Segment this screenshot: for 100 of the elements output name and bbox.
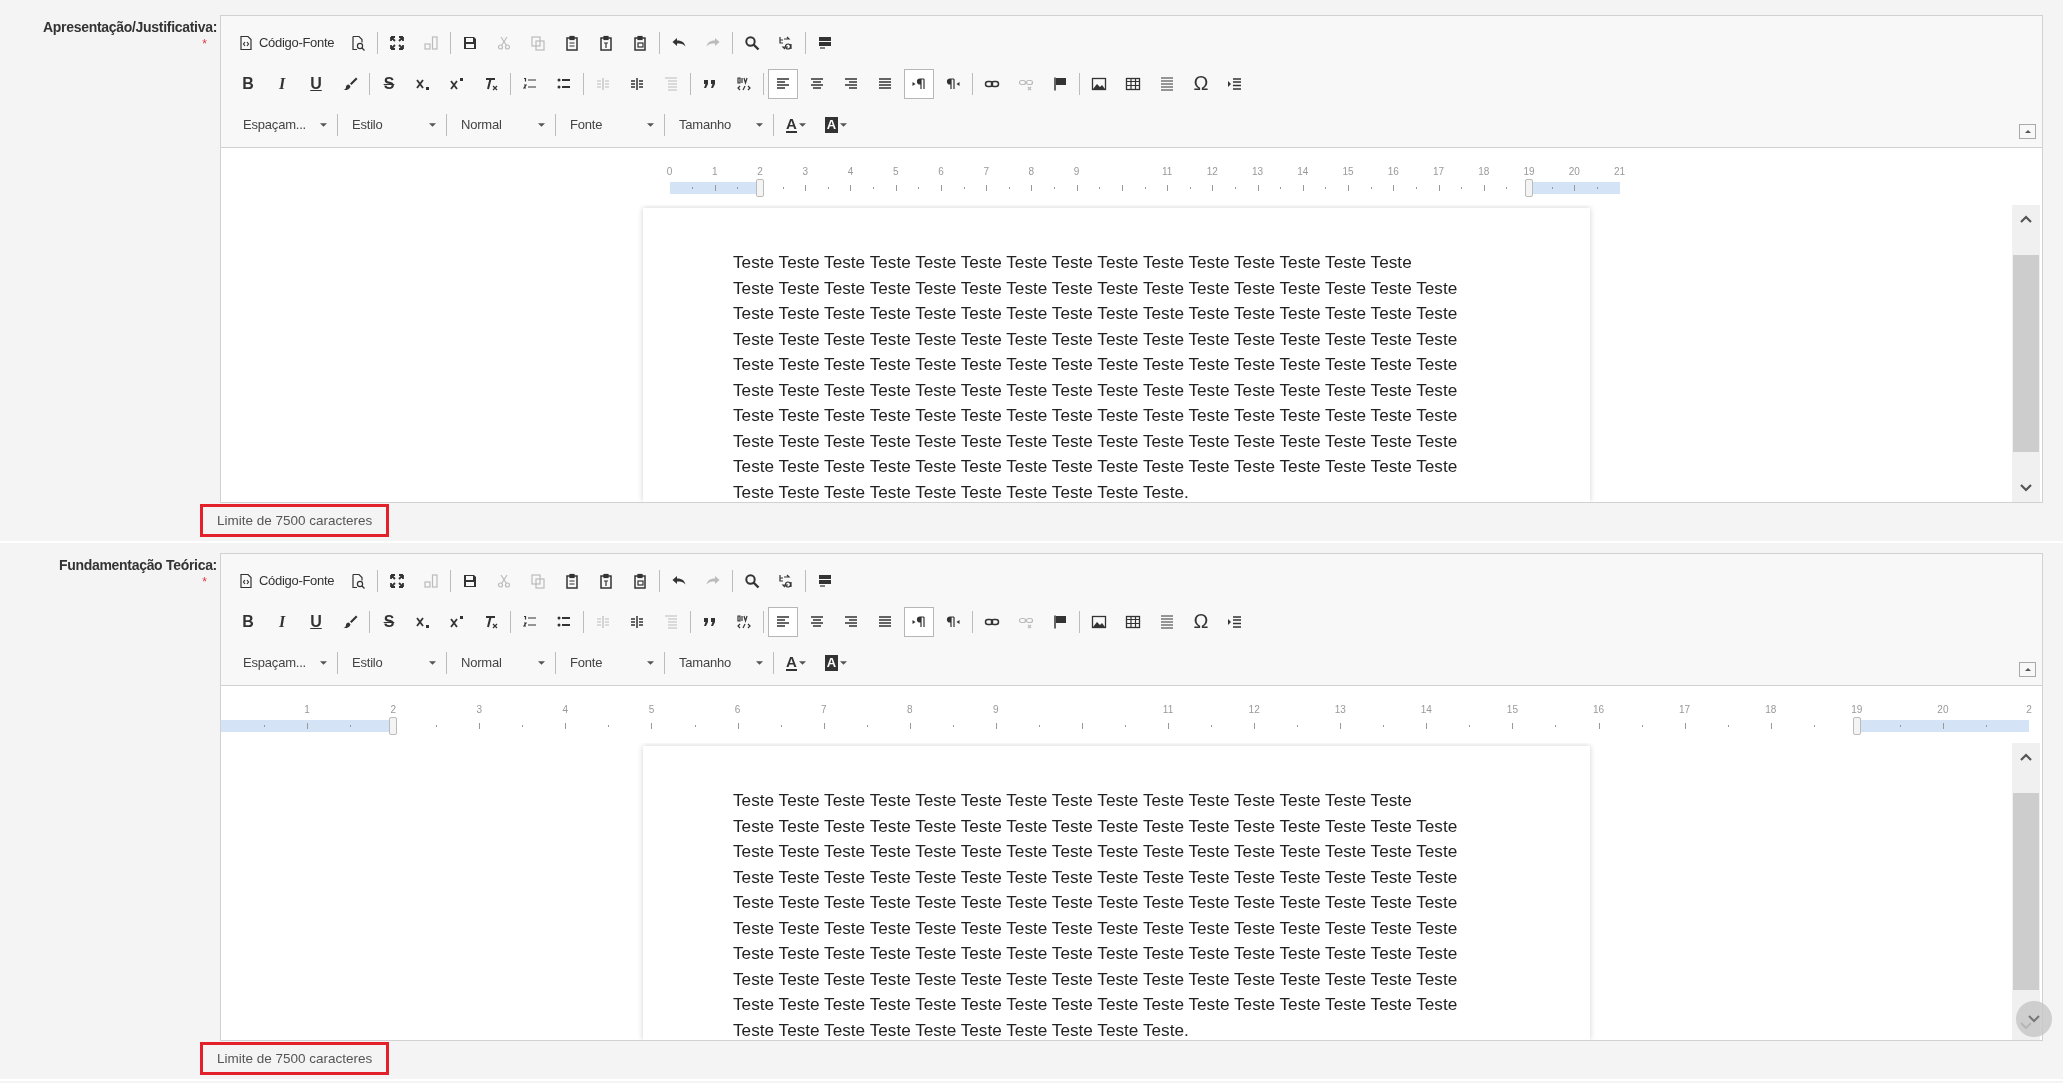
div-code-icon — [736, 75, 752, 92]
special-character-button[interactable]: Ω — [1186, 606, 1216, 637]
pilcrow-arrow-icon — [945, 75, 961, 92]
replace-arrows-icon — [778, 34, 795, 51]
scissors-icon — [496, 572, 513, 589]
size-dropdown[interactable]: Tamanho — [669, 649, 769, 676]
triangle-icon — [2024, 668, 2031, 671]
chevron-up-icon[interactable] — [2020, 215, 2032, 223]
source-code-button[interactable]: Código-Fonte — [233, 565, 340, 596]
caret-icon — [320, 122, 327, 127]
spacing-dropdown[interactable]: Espaçam... — [233, 111, 333, 138]
ruler-number: 6 — [938, 166, 944, 177]
required-mark: * — [202, 37, 207, 51]
style-dropdown[interactable]: Estilo — [342, 111, 442, 138]
clipboard-icon — [564, 572, 581, 589]
caret-icon — [840, 660, 848, 665]
ruler-number: 17 — [1433, 166, 1445, 177]
collapse-toolbar-button[interactable] — [2019, 124, 2036, 139]
left-to-right-button[interactable] — [904, 606, 934, 637]
format-dropdown[interactable]: Normal — [451, 111, 551, 138]
text-lines-icon — [663, 75, 679, 92]
paintbrush-icon — [342, 613, 358, 630]
font-dropdown[interactable]: Fonte — [560, 649, 660, 676]
margin-handle[interactable] — [1525, 179, 1533, 197]
image-icon — [1091, 75, 1107, 92]
ruler-number: 15 — [1342, 166, 1354, 177]
horizontal-lines-icon — [1159, 75, 1175, 92]
caret-icon — [320, 660, 327, 665]
strikethrough-button[interactable]: S — [374, 68, 404, 99]
numbered-list-icon — [522, 613, 538, 630]
background-color-button[interactable]: A — [818, 647, 854, 678]
rich-text-editor[interactable] — [220, 15, 2043, 503]
scrollbar-thumb[interactable] — [2013, 793, 2039, 990]
spacing-dropdown[interactable]: Espaçam... — [233, 649, 333, 676]
background-color-button[interactable]: A — [818, 109, 854, 140]
clipboard-icon — [598, 34, 615, 51]
ruler-number: 21 — [1613, 166, 1626, 177]
style-dropdown[interactable]: Estilo — [342, 649, 442, 676]
scrollbar[interactable] — [2012, 205, 2040, 502]
ruler-number: 14 — [1420, 704, 1432, 715]
page-break-icon — [1227, 75, 1243, 92]
pilcrow-arrow-icon — [911, 75, 927, 92]
align-center-icon — [809, 613, 825, 630]
ruler-number: 15 — [1506, 704, 1518, 715]
ruler-number: 3 — [476, 704, 483, 715]
font-dropdown[interactable]: Fonte — [560, 111, 660, 138]
text-color-button[interactable]: A — [778, 647, 814, 678]
ruler-number: 9 — [993, 704, 999, 715]
ruler-number: 2 — [390, 704, 396, 715]
chevron-up-icon[interactable] — [2020, 753, 2032, 761]
italic-button[interactable]: I — [267, 606, 297, 637]
ruler-number: 5 — [892, 166, 899, 177]
horizontal-lines-icon — [1159, 613, 1175, 630]
caret-icon — [647, 660, 654, 665]
size-dropdown[interactable]: Tamanho — [669, 111, 769, 138]
align-right-icon — [843, 613, 859, 630]
required-mark: * — [202, 575, 207, 589]
div-code-icon — [736, 613, 752, 630]
special-character-button[interactable]: Ω — [1186, 68, 1216, 99]
underline-button[interactable]: U — [301, 606, 331, 637]
ruler-number: 0 — [666, 166, 673, 177]
numbered-list-icon — [522, 75, 538, 92]
scrollbar[interactable] — [2012, 743, 2040, 1040]
image-icon — [1091, 613, 1107, 630]
bold-button[interactable]: B — [233, 606, 263, 637]
outdent-icon — [595, 613, 611, 630]
field-label: Apresentação/Justificativa: — [43, 19, 217, 35]
rich-text-editor[interactable] — [220, 553, 2043, 1041]
ruler-number: 1 — [304, 704, 310, 715]
search-icon — [744, 34, 761, 51]
scroll-down-button[interactable] — [2016, 1001, 2052, 1037]
ruler-number: 18 — [1765, 704, 1777, 715]
text-color-button[interactable]: A — [778, 109, 814, 140]
italic-button[interactable]: I — [267, 68, 297, 99]
ruler-number: 16 — [1387, 166, 1399, 177]
document-magnifier-icon — [350, 34, 367, 51]
expand-arrows-icon — [389, 572, 406, 589]
align-left-icon — [775, 75, 791, 92]
align-left-button[interactable] — [768, 68, 798, 99]
indent-icon — [629, 613, 645, 630]
collapse-toolbar-button[interactable] — [2019, 662, 2036, 677]
text-lines-icon — [663, 613, 679, 630]
underline-button[interactable]: U — [301, 68, 331, 99]
margin-handle[interactable] — [755, 179, 764, 197]
search-icon — [744, 572, 761, 589]
strikethrough-button[interactable]: S — [374, 606, 404, 637]
align-left-button[interactable] — [768, 606, 798, 637]
bold-button[interactable]: B — [233, 68, 263, 99]
align-right-icon — [843, 75, 859, 92]
paintbrush-icon — [342, 75, 358, 92]
document-text: Teste Teste Teste Teste Teste Teste Teste Teste Teste Teste Teste Teste Teste Teste Teste Teste Teste Teste Teste Teste Teste Teste Teste Teste Teste Teste Teste Teste Teste Teste Teste Teste Teste Teste Teste Teste Teste Teste Teste Teste Teste Teste Teste Teste Teste Teste Teste Teste Teste Teste Teste Teste Teste Teste Teste Teste Teste Teste Teste Teste Teste Teste Teste Teste Teste Teste Teste Teste Teste Teste Teste Teste Teste Teste Teste Teste Teste Teste Teste Teste Teste Teste Teste Teste Teste Teste Teste Teste Teste Teste Teste Teste Teste Teste Teste Teste Teste Teste Teste Teste Teste Teste Teste Teste Teste Teste Teste Teste Teste Teste Teste Teste Teste Teste Teste Teste Teste Teste Teste Teste Teste Teste Teste Teste Teste Teste Teste Teste Teste Teste Teste Teste Teste Teste Teste Teste Teste Teste Teste Teste Teste Teste Teste Teste Teste Teste Teste Teste Teste Teste Teste Teste Teste. — [733, 789, 1458, 1040]
clipboard-icon — [632, 34, 649, 51]
document-code-icon — [238, 34, 254, 51]
source-code-button[interactable]: Código-Fonte — [233, 27, 340, 58]
scrollbar-thumb[interactable] — [2013, 255, 2039, 452]
ruler-number: 11 — [1161, 166, 1173, 177]
format-dropdown[interactable]: Normal — [451, 649, 551, 676]
chevron-down-icon[interactable] — [2020, 484, 2032, 492]
triangle-icon — [2024, 130, 2031, 133]
left-to-right-button[interactable] — [904, 68, 934, 99]
